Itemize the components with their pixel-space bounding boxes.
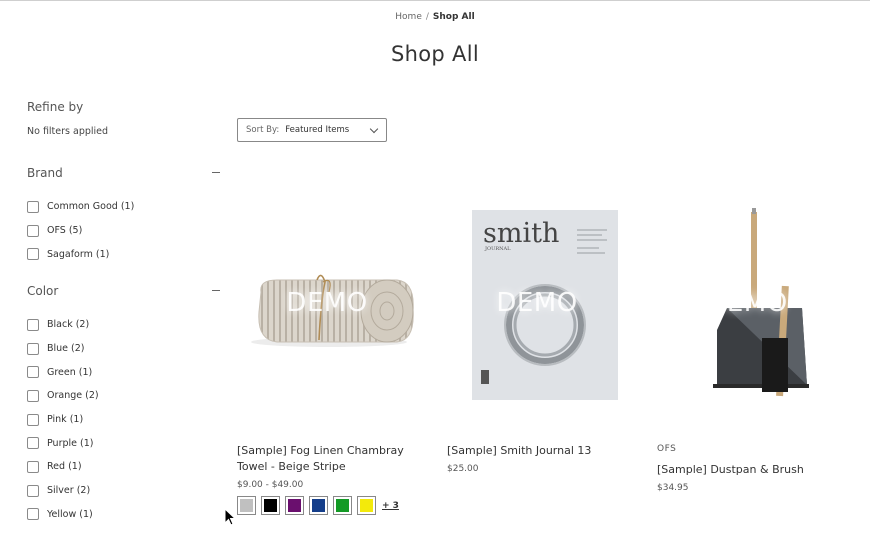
demo-watermark: DEMO [706,288,788,318]
brand-list: Common Good (1) OFS (5) Sagaform (1) [27,195,220,266]
color-option[interactable]: Silver (2) [27,479,220,503]
facet-color-header[interactable]: Color [27,284,220,298]
color-swatch-fill [336,499,349,512]
checkbox[interactable] [27,508,39,521]
color-option[interactable]: Orange (2) [27,384,220,408]
collapse-minus-icon[interactable] [212,172,220,173]
color-swatch-fill [264,499,277,512]
color-option[interactable]: Yellow (1) [27,503,220,527]
product-price: $9.00 - $49.00 [237,480,304,490]
color-swatch-fill [288,499,301,512]
mouse-cursor-icon [224,508,236,526]
facet-brand-header[interactable]: Brand [27,166,220,180]
breadcrumb-home-link[interactable]: Home [395,12,422,22]
brand-option-label: Sagaform (1) [47,248,110,260]
color-swatch[interactable] [237,496,256,515]
brand-option[interactable]: OFS (5) [27,219,220,243]
facet-color-title: Color [27,284,59,298]
product-title[interactable]: [Sample] Fog Linen Chambray Towel - Beig… [237,443,427,475]
checkbox[interactable] [27,366,39,379]
product-image-dustpan[interactable]: DEMO [657,200,837,410]
color-option-label: Silver (2) [47,485,91,497]
checkbox[interactable] [27,484,39,497]
facet-color: Color Black (2) Blue (2) Green (1) Orang… [27,284,220,526]
color-swatch-fill [360,499,373,512]
page-title: Shop All [391,42,479,66]
color-option[interactable]: Purple (1) [27,431,220,455]
no-filters-text: No filters applied [27,126,109,137]
checkbox[interactable] [27,248,39,261]
swatch-row: + 3 [237,496,427,515]
color-swatch-fill [240,499,253,512]
color-option-label: Black (2) [47,319,90,331]
product-title[interactable]: [Sample] Smith Journal 13 [447,443,637,459]
color-option-label: Green (1) [47,366,93,378]
demo-watermark: DEMO [286,288,368,318]
checkbox[interactable] [27,224,39,237]
product-card: smith JOURNAL DEMO [Sample] Smith Journa… [447,200,637,474]
top-divider [0,0,870,1]
color-swatch[interactable] [333,496,352,515]
checkbox[interactable] [27,342,39,355]
collapse-minus-icon[interactable] [212,290,220,291]
demo-watermark: DEMO [496,288,578,318]
breadcrumb-current: Shop All [432,12,475,22]
brand-option[interactable]: Sagaform (1) [27,242,220,266]
sidebar: Refine by No filters applied Brand Commo… [27,100,222,521]
color-option-label: Red (1) [47,461,82,473]
color-swatch[interactable] [309,496,328,515]
color-swatch[interactable] [261,496,280,515]
magazine-title: smith [483,218,559,249]
color-option[interactable]: Pink (1) [27,408,220,432]
checkbox[interactable] [27,460,39,473]
color-option[interactable]: Green (1) [27,360,220,384]
sort-value: Featured Items [285,125,350,135]
sort-label: Sort By: [246,125,280,135]
checkbox[interactable] [27,437,39,450]
breadcrumb-separator: / [425,12,429,22]
product-brand: OFS [657,444,677,454]
chevron-down-icon [369,124,379,134]
color-option-label: Yellow (1) [47,508,93,520]
color-option[interactable]: Black (2) [27,313,220,337]
color-swatch[interactable] [285,496,304,515]
brand-option[interactable]: Common Good (1) [27,195,220,219]
color-option-label: Purple (1) [47,437,94,449]
facet-brand: Brand Common Good (1) OFS (5) Sagaform (… [27,166,220,266]
product-image-towel[interactable]: DEMO [237,200,417,410]
product-card: DEMO OFS [Sample] Dustpan & Brush $34.95 [657,200,847,493]
color-option-label: Orange (2) [47,390,99,402]
refine-title: Refine by [27,100,84,114]
sort-select[interactable]: Sort By: Featured Items [237,118,387,142]
product-price: $25.00 [447,464,479,474]
color-list: Black (2) Blue (2) Green (1) Orange (2) … [27,313,220,526]
color-option-label: Blue (2) [47,343,85,355]
facet-brand-title: Brand [27,166,63,180]
brand-option-label: OFS (5) [47,225,83,237]
color-swatch[interactable] [357,496,376,515]
breadcrumb: Home / Shop All [0,12,870,22]
magazine-subtitle: JOURNAL [484,246,511,252]
checkbox[interactable] [27,200,39,213]
color-option[interactable]: Red (1) [27,455,220,479]
checkbox[interactable] [27,413,39,426]
checkbox[interactable] [27,389,39,402]
product-card: DEMO [Sample] Fog Linen Chambray Towel -… [237,200,427,515]
more-swatches-link[interactable]: + 3 [382,501,399,511]
product-title[interactable]: [Sample] Dustpan & Brush [657,462,847,478]
checkbox[interactable] [27,318,39,331]
product-price: $34.95 [657,483,689,493]
color-option-label: Pink (1) [47,414,84,426]
color-option[interactable]: Blue (2) [27,337,220,361]
color-swatch-fill [312,499,325,512]
product-image-journal[interactable]: smith JOURNAL DEMO [447,200,627,410]
brand-option-label: Common Good (1) [47,201,135,213]
